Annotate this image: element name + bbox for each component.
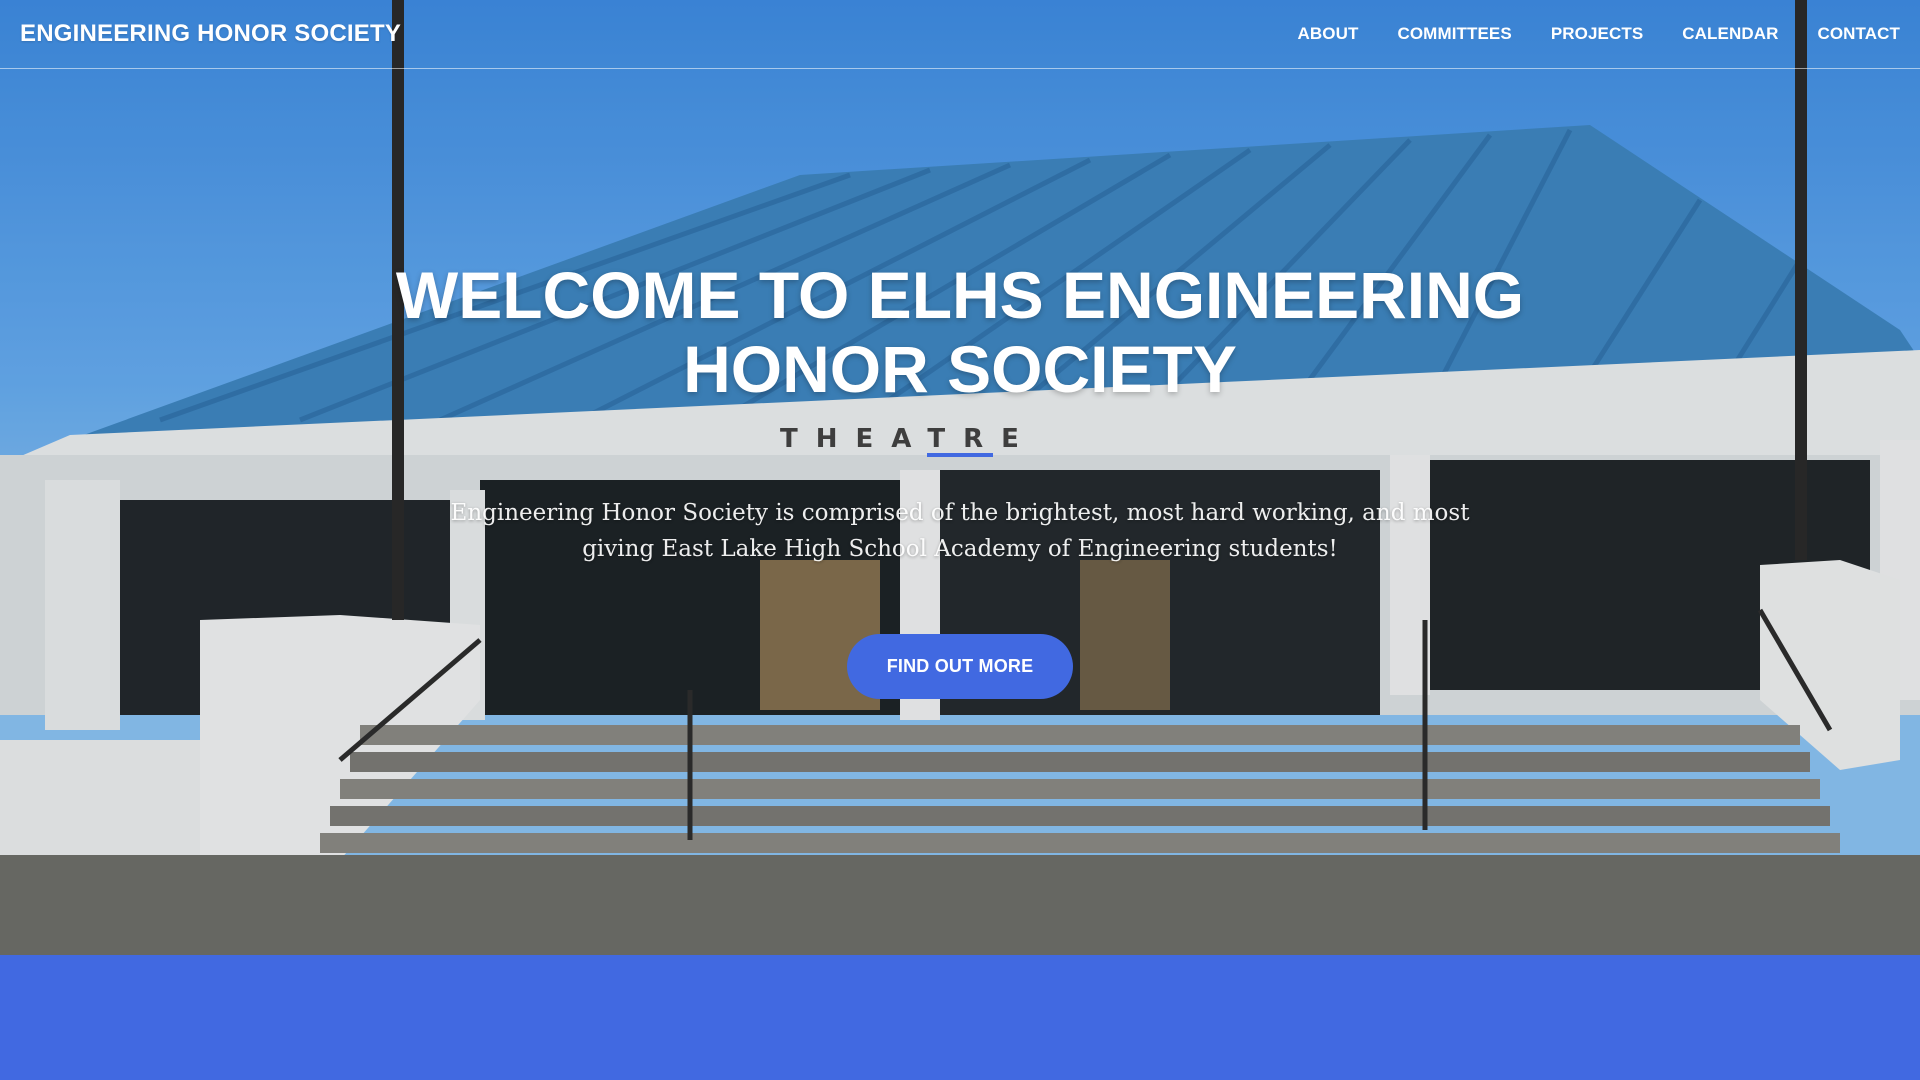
nav-link-committees[interactable]: COMMITTEES: [1397, 24, 1511, 43]
nav-link-calendar[interactable]: CALENDAR: [1682, 24, 1778, 43]
nav-menu: ABOUT COMMITTEES PROJECTS CALENDAR CONTA…: [1259, 24, 1900, 44]
nav-item: CONTACT: [1817, 24, 1900, 44]
about-section: [0, 955, 1920, 1080]
find-out-more-button[interactable]: FIND OUT MORE: [846, 634, 1074, 699]
nav-item: ABOUT: [1298, 24, 1359, 44]
hero-title: WELCOME TO ELHS ENGINEERING HONOR SOCIET…: [395, 258, 1525, 406]
hero-content: WELCOME TO ELHS ENGINEERING HONOR SOCIET…: [0, 258, 1920, 699]
nav-link-projects[interactable]: PROJECTS: [1551, 24, 1643, 43]
hero-lead: Engineering Honor Society is comprised o…: [450, 500, 1470, 562]
nav-link-about[interactable]: ABOUT: [1298, 24, 1359, 43]
nav-item: COMMITTEES: [1397, 24, 1511, 44]
hero-section: THEATRE ENGINEERING HONOR SOCIETY ABOUT …: [0, 0, 1920, 955]
brand-link[interactable]: ENGINEERING HONOR SOCIETY: [20, 20, 401, 48]
nav-link-contact[interactable]: CONTACT: [1817, 24, 1900, 43]
nav-item: PROJECTS: [1551, 24, 1643, 44]
nav-item: CALENDAR: [1682, 24, 1778, 44]
hero-divider: [927, 453, 993, 457]
navbar: ENGINEERING HONOR SOCIETY ABOUT COMMITTE…: [0, 0, 1920, 69]
